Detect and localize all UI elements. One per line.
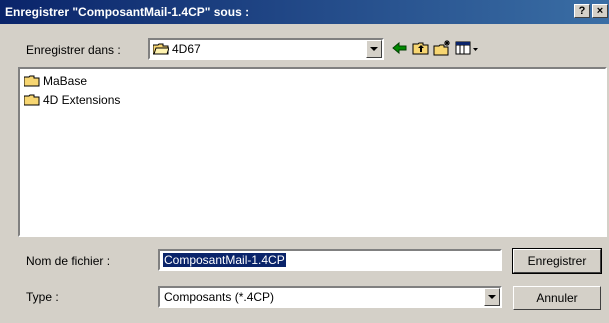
save-button[interactable]: Enregistrer [512, 248, 602, 274]
file-name: MaBase [43, 74, 88, 88]
back-button[interactable] [390, 38, 410, 58]
window-title: Enregistrer "ComposantMail-1.4CP" sous : [5, 5, 250, 19]
new-folder-button[interactable] [432, 38, 452, 58]
list-item[interactable]: 4D Extensions [24, 93, 120, 109]
folder-icon [24, 75, 40, 87]
up-folder-icon [412, 42, 429, 55]
filename-value: ComposantMail-1.4CP [163, 253, 286, 267]
view-menu-button[interactable] [454, 38, 480, 58]
help-icon: ? [578, 5, 586, 17]
location-dropdown[interactable]: 4D67 [148, 38, 384, 60]
back-arrow-icon [392, 41, 407, 55]
help-button[interactable]: ? [574, 4, 590, 18]
close-button[interactable]: × [592, 4, 608, 18]
cancel-button[interactable]: Annuler [513, 286, 601, 310]
view-menu-icon [455, 41, 478, 55]
type-label: Type : [26, 290, 59, 304]
type-dropdown-arrow[interactable] [484, 288, 500, 306]
save-dialog: Enregistrer "ComposantMail-1.4CP" sous :… [0, 0, 609, 323]
filename-input[interactable]: ComposantMail-1.4CP [158, 249, 502, 271]
folder-icon [24, 94, 40, 106]
type-dropdown[interactable]: Composants (*.4CP) [158, 286, 502, 308]
location-label: Enregistrer dans : [26, 43, 121, 57]
up-folder-button[interactable] [411, 38, 431, 58]
current-folder: 4D67 [172, 42, 201, 56]
file-name: 4D Extensions [43, 93, 121, 107]
list-item[interactable]: MaBase [24, 74, 87, 90]
title-bar[interactable]: Enregistrer "ComposantMail-1.4CP" sous :… [0, 0, 609, 24]
filename-label: Nom de fichier : [26, 254, 111, 268]
location-dropdown-arrow[interactable] [366, 40, 382, 58]
type-value: Composants (*.4CP) [164, 290, 275, 304]
open-folder-icon [153, 43, 169, 55]
new-folder-icon [433, 40, 450, 56]
file-list[interactable]: MaBase 4D Extensions [18, 67, 607, 237]
close-icon: × [596, 5, 604, 17]
